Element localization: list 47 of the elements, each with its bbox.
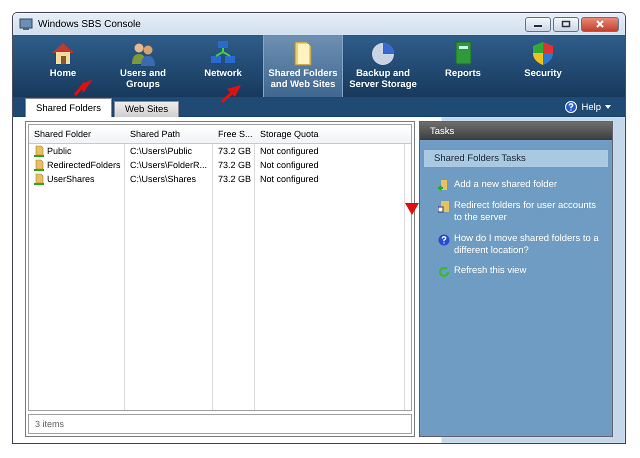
- table-cell: RedirectedFolders: [47, 160, 121, 170]
- nav-item[interactable]: Network: [183, 35, 263, 97]
- annotation-arrow: [405, 203, 419, 215]
- shared-folder-icon: [34, 159, 44, 171]
- nav-item[interactable]: Users and Groups: [103, 35, 183, 97]
- shared-folder-icon: [34, 173, 44, 185]
- console-icon: [19, 17, 33, 31]
- help-button[interactable]: Help: [559, 100, 617, 114]
- table-cell: UserShares: [47, 174, 95, 184]
- column-header[interactable]: Shared Path: [125, 129, 213, 139]
- window-title: Windows SBS Console: [38, 18, 141, 30]
- refresh-icon: [438, 266, 450, 278]
- table-cell: Not configured: [260, 160, 319, 170]
- nav-item[interactable]: Shared Folders and Web Sites: [263, 35, 343, 97]
- nav-item[interactable]: Security: [503, 35, 583, 97]
- table-cell: Public: [47, 146, 72, 156]
- panel-title: Tasks: [430, 126, 454, 136]
- column-header[interactable]: Storage Quota: [255, 129, 405, 139]
- maximize-icon: [561, 20, 571, 28]
- nav-item[interactable]: Backup and Server Storage: [343, 35, 423, 97]
- section-heading: Shared Folders Tasks: [434, 153, 526, 164]
- close-button[interactable]: [581, 16, 619, 32]
- table-cell: Not configured: [260, 146, 319, 156]
- table-cell: 73.2 GB: [218, 160, 252, 170]
- help-icon: [565, 101, 578, 113]
- add-folder-icon: [438, 180, 450, 192]
- maximize-button[interactable]: [553, 16, 579, 32]
- annotation-arrow: [73, 79, 93, 97]
- help-icon: [438, 234, 450, 246]
- column-header[interactable]: Shared Folder: [29, 129, 125, 139]
- tab[interactable]: Web Sites: [114, 101, 180, 117]
- table-cell: C:\Users\FolderR...: [130, 160, 208, 170]
- table-cell: 73.2 GB: [218, 174, 252, 184]
- table-cell: C:\Users\Shares: [130, 174, 196, 184]
- annotation-arrow: [221, 85, 241, 103]
- table-cell: Not configured: [260, 174, 319, 184]
- minimize-button[interactable]: [525, 16, 551, 32]
- column-header[interactable]: Free S...: [213, 129, 255, 139]
- shared-folder-icon: [34, 145, 44, 157]
- tab[interactable]: Shared Folders: [25, 98, 112, 117]
- caret-icon: [605, 105, 611, 109]
- item-count: 3 items: [35, 419, 64, 429]
- close-icon: [595, 20, 605, 28]
- folder-icon: [438, 201, 450, 213]
- table-cell: C:\Users\Public: [130, 146, 192, 156]
- table-cell: 73.2 GB: [218, 146, 252, 156]
- nav-item[interactable]: Reports: [423, 35, 503, 97]
